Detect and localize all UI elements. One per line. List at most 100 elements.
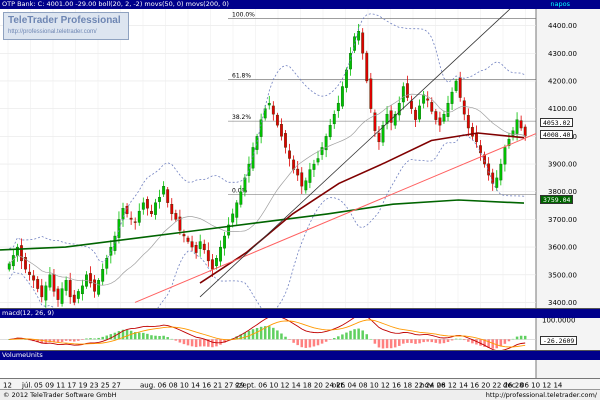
candle-up xyxy=(60,288,64,304)
macd-histogram-bar xyxy=(300,339,304,348)
macd-histogram-bar xyxy=(434,339,438,343)
macd-tick-label: 100.0000 xyxy=(542,318,575,324)
macd-histogram-bar xyxy=(211,339,214,348)
candle-up xyxy=(215,258,218,267)
ma200-value-tag: 3759.04 xyxy=(540,195,574,204)
candle-up xyxy=(320,147,324,155)
macd-histogram-bar xyxy=(369,338,373,340)
macd-histogram-bar xyxy=(81,339,84,340)
volume-panel-title: VolumeUnits xyxy=(2,351,43,359)
macd-histogram-bar xyxy=(450,339,454,341)
macd-histogram-bar xyxy=(255,327,259,340)
candle-down xyxy=(170,204,174,215)
macd-histogram-bar xyxy=(519,335,523,340)
candle-up xyxy=(80,285,84,295)
candle-up xyxy=(328,125,332,138)
candle-up xyxy=(267,102,271,106)
candle-down xyxy=(93,279,96,292)
fib-level-label: 61.8% xyxy=(232,73,251,80)
candle-down xyxy=(52,274,56,292)
macd-histogram-bar xyxy=(288,339,291,340)
macd-histogram-bar xyxy=(463,339,466,341)
macd-histogram-bar xyxy=(418,339,421,344)
macd-histogram-bar xyxy=(284,336,287,340)
candle-down xyxy=(68,280,72,298)
macd-histogram-bar xyxy=(410,339,413,344)
macd-histogram-bar xyxy=(64,339,68,341)
macd-histogram-bar xyxy=(312,339,316,347)
macd-histogram-bar xyxy=(515,336,519,340)
macd-plot[interactable]: 100.00000.0000 xyxy=(0,318,600,351)
y-tick-label: 4300.00 xyxy=(548,50,577,58)
candle-down xyxy=(56,288,60,300)
macd-histogram-bar xyxy=(377,339,381,348)
macd-histogram-bar xyxy=(194,339,198,348)
macd-histogram-bar xyxy=(68,339,72,342)
candle-up xyxy=(450,91,454,104)
macd-histogram-bar xyxy=(276,330,279,340)
macd-histogram-bar xyxy=(73,339,76,342)
candle-up xyxy=(255,136,259,150)
footer-link[interactable]: http://professional.teletrader.com/ xyxy=(486,390,597,400)
macd-histogram-bar xyxy=(170,338,174,340)
candle-up xyxy=(235,202,239,218)
macd-histogram-bar xyxy=(154,335,157,340)
candle-down xyxy=(166,189,170,203)
candle-down xyxy=(491,172,495,184)
macd-chart[interactable]: 100.00000.0000 xyxy=(0,318,600,351)
candle-down xyxy=(438,117,442,126)
candle-down xyxy=(202,243,206,251)
candle-down xyxy=(284,133,287,148)
macd-histogram-bar xyxy=(304,339,308,348)
candle-down xyxy=(194,245,198,253)
macd-histogram-bar xyxy=(511,338,515,340)
volume-panel: VolumeUnits xyxy=(0,350,600,379)
macd-histogram-bar xyxy=(138,332,141,340)
candle-up xyxy=(511,130,515,136)
macd-histogram-bar xyxy=(454,338,458,340)
macd-histogram-bar xyxy=(178,339,182,343)
candle-down xyxy=(414,109,417,120)
macd-histogram-bar xyxy=(438,339,442,344)
macd-histogram-bar xyxy=(422,339,425,343)
macd-histogram-bar xyxy=(93,338,96,340)
candle-up xyxy=(515,119,519,134)
candle-down xyxy=(426,98,430,101)
macd-histogram-bar xyxy=(349,330,352,340)
candle-down xyxy=(470,127,474,137)
candle-down xyxy=(365,52,369,82)
macd-histogram-bar xyxy=(328,339,332,340)
macd-panel-title: macd(12, 26, 9) xyxy=(2,309,55,317)
macd-histogram-bar xyxy=(495,339,499,349)
candle-up xyxy=(251,147,255,169)
candle-down xyxy=(523,126,527,137)
teletrader-logo: TeleTrader Professional http://professio… xyxy=(3,12,129,40)
y-tick-label: 3500.00 xyxy=(548,271,577,279)
y-tick-label: 3400.00 xyxy=(548,299,577,307)
price-plot[interactable]: 3400.00 3500.00 3600.00 3700.00 3800.00 3900.… xyxy=(0,9,600,308)
macd-histogram-bar xyxy=(142,332,145,340)
candle-down xyxy=(36,279,40,289)
candle-up xyxy=(158,197,161,202)
candle-up xyxy=(101,269,105,282)
candle-up xyxy=(48,274,52,288)
candle-up xyxy=(243,177,247,192)
macd-histogram-bar xyxy=(308,339,312,348)
macd-histogram-bar xyxy=(430,339,434,343)
candle-up xyxy=(223,235,226,249)
candle-up xyxy=(219,246,222,262)
candle-up xyxy=(231,213,235,223)
candle-down xyxy=(475,133,478,143)
time-axis: 12 júl. 05 09 11 17 19 23 25 27 aug. 06 08 … xyxy=(0,378,600,390)
macd-histogram-bar xyxy=(414,339,417,344)
candle-up xyxy=(121,208,125,220)
price-chart[interactable]: 3400.003500.003600.003700.003800.003900.… xyxy=(0,9,600,308)
candle-down xyxy=(462,100,466,115)
macd-histogram-bar xyxy=(77,339,80,341)
candle-up xyxy=(499,163,503,181)
candle-up xyxy=(239,191,243,205)
macd-histogram-bar xyxy=(296,339,299,346)
volume-chart[interactable] xyxy=(0,360,600,379)
period-label[interactable]: napos xyxy=(548,0,570,9)
candle-down xyxy=(40,285,44,298)
